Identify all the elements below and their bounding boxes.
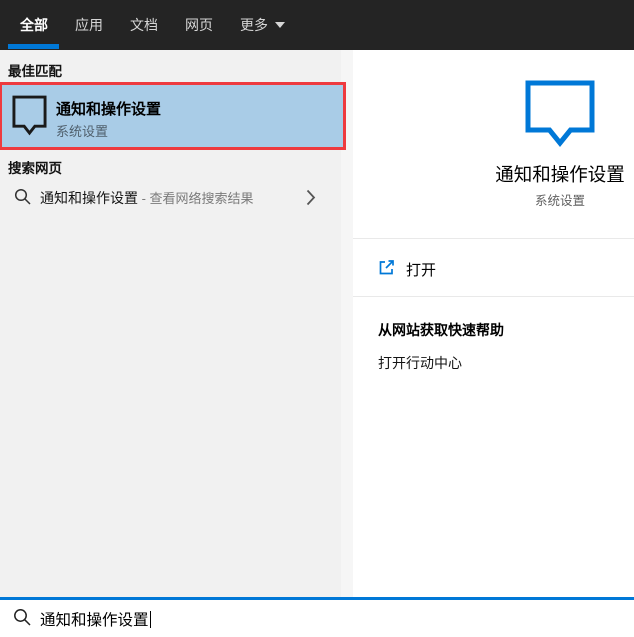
tab-web[interactable]: 网页 xyxy=(185,15,213,35)
web-search-suffix: - 查看网络搜索结果 xyxy=(138,191,254,206)
search-web-header: 搜索网页 xyxy=(8,157,62,177)
divider xyxy=(353,238,634,239)
tab-documents[interactable]: 文档 xyxy=(130,15,158,35)
preview-title: 通知和操作设置 xyxy=(446,161,634,187)
search-icon xyxy=(13,608,32,627)
chevron-down-icon xyxy=(275,22,285,28)
tab-more[interactable]: 更多 xyxy=(240,15,285,35)
notification-bubble-icon xyxy=(12,95,47,138)
divider xyxy=(353,296,634,297)
search-input[interactable]: 通知和操作设置 xyxy=(0,600,634,637)
open-action-label: 打开 xyxy=(406,259,436,280)
windows-search-flyout: 全部 应用 文档 网页 更多 最佳匹配 通知和操作设置 系统设置 搜索网页 xyxy=(0,0,634,637)
tab-all[interactable]: 全部 xyxy=(20,15,48,35)
chevron-right-icon[interactable] xyxy=(306,189,316,206)
tab-apps[interactable]: 应用 xyxy=(75,15,103,35)
notification-bubble-icon xyxy=(525,80,595,148)
open-action-center-link[interactable]: 打开行动中心 xyxy=(378,353,462,373)
search-input-value: 通知和操作设置 xyxy=(40,612,149,629)
open-external-icon xyxy=(378,259,395,276)
best-match-result[interactable]: 通知和操作设置 系统设置 xyxy=(0,85,344,147)
preview-subtitle: 系统设置 xyxy=(446,190,634,209)
open-action[interactable]: 打开 xyxy=(353,248,634,288)
quick-help-header: 从网站获取快速帮助 xyxy=(378,320,504,340)
best-match-title: 通知和操作设置 xyxy=(56,98,161,119)
web-search-query: 通知和操作设置 xyxy=(40,190,138,206)
search-icon xyxy=(14,188,32,206)
best-match-subtitle: 系统设置 xyxy=(56,121,108,140)
text-cursor xyxy=(150,611,151,628)
active-tab-indicator xyxy=(8,44,59,49)
best-match-header: 最佳匹配 xyxy=(8,60,62,80)
search-filter-tab-bar: 全部 应用 文档 网页 更多 xyxy=(0,0,634,50)
web-search-result[interactable]: 通知和操作设置 - 查看网络搜索结果 xyxy=(0,179,341,216)
